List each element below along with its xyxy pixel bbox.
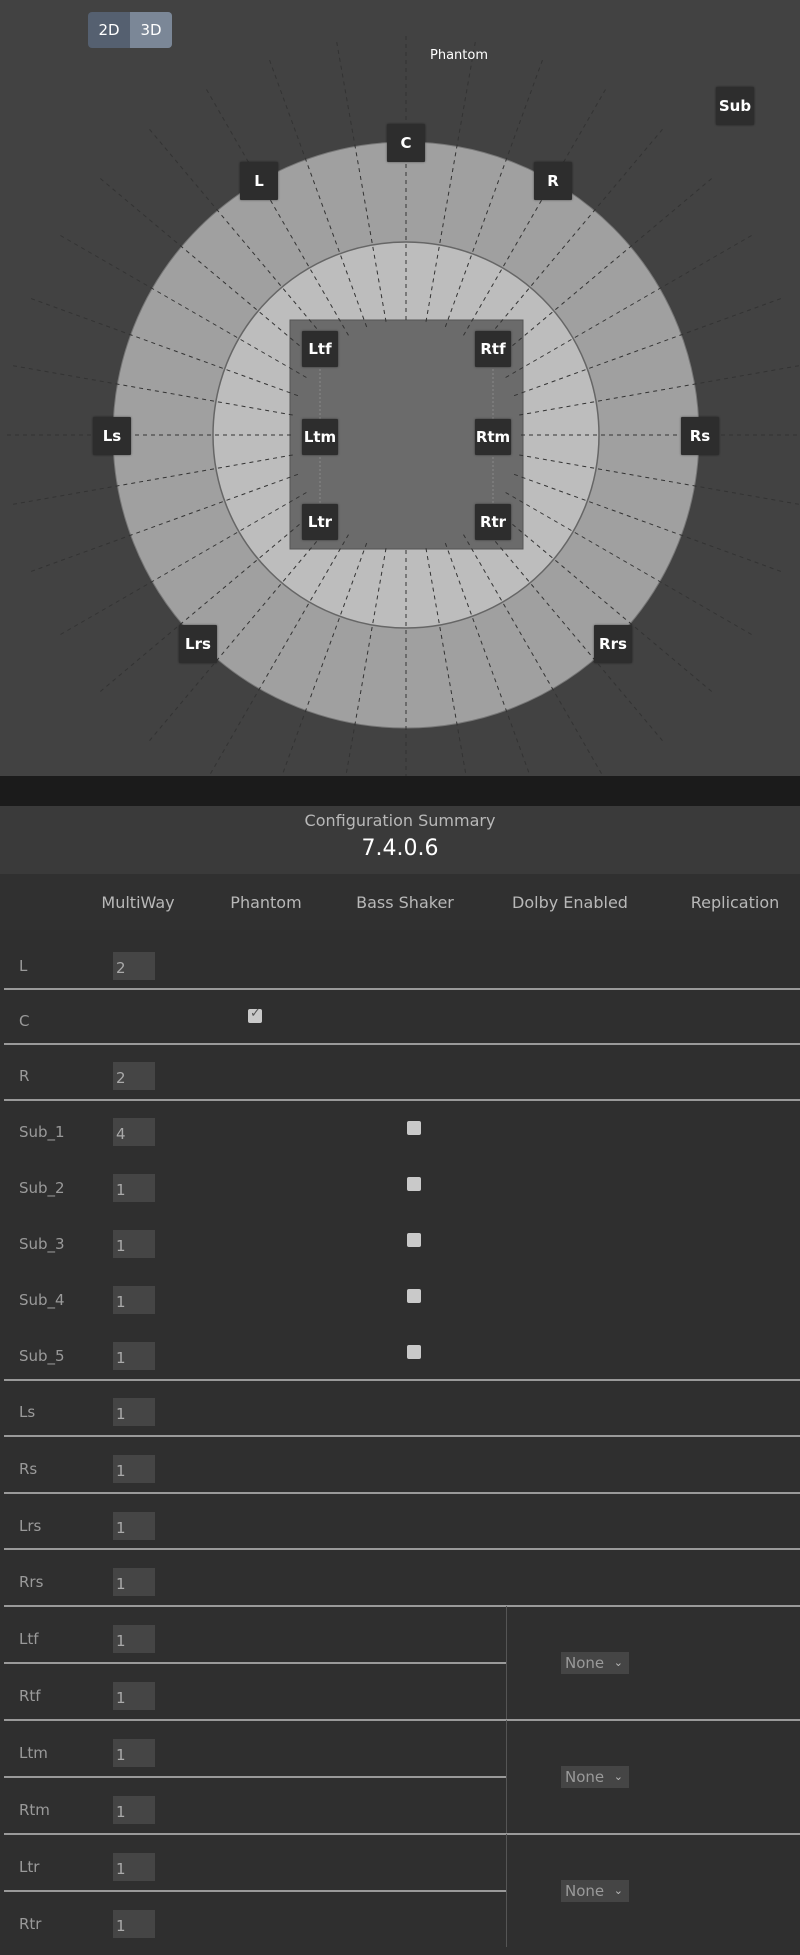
2d-view-button[interactable]: 2D <box>88 12 130 48</box>
multiway-input[interactable] <box>113 952 155 980</box>
speaker-ltf[interactable]: Ltf <box>302 331 338 367</box>
row-label: Sub_2 <box>19 1179 65 1197</box>
speaker-layout-panel: 2D 3D Phantom C L R Sub Ls Rs Lrs Rrs Lt… <box>0 0 800 776</box>
replication-divider <box>506 1834 507 1947</box>
row-label: Rtf <box>19 1687 41 1705</box>
row-label: Rtm <box>19 1801 50 1819</box>
row-separator <box>4 1833 800 1835</box>
replication-select-rear[interactable]: None ⌄ <box>561 1880 629 1902</box>
row-label: Sub_3 <box>19 1235 65 1253</box>
row-label: L <box>19 957 28 975</box>
speaker-ltr[interactable]: Ltr <box>302 504 338 540</box>
multiway-input[interactable] <box>113 1062 155 1090</box>
multiway-input[interactable] <box>113 1118 155 1146</box>
row-label: Ltr <box>19 1858 40 1876</box>
speaker-sub[interactable]: Sub <box>716 87 754 125</box>
speaker-r[interactable]: R <box>534 162 572 200</box>
row-separator <box>4 1662 506 1664</box>
col-phantom: Phantom <box>230 893 302 912</box>
row-separator <box>4 1890 506 1892</box>
multiway-input[interactable] <box>113 1682 155 1710</box>
replication-value: None <box>565 1882 605 1900</box>
bass-shaker-checkbox[interactable] <box>407 1289 421 1303</box>
3d-view-button[interactable]: 3D <box>130 12 172 48</box>
multiway-input[interactable] <box>113 1230 155 1258</box>
col-dolby-enabled: Dolby Enabled <box>512 893 628 912</box>
panel-divider <box>0 776 800 806</box>
configuration-summary: Configuration Summary 7.4.0.6 MultiWay P… <box>0 806 800 1955</box>
row-label: C <box>19 1012 30 1030</box>
row-separator <box>4 1605 800 1607</box>
speaker-rtm[interactable]: Rtm <box>475 419 511 455</box>
speaker-rs[interactable]: Rs <box>681 417 719 455</box>
row-label: Ltf <box>19 1630 39 1648</box>
summary-version: 7.4.0.6 <box>361 836 439 861</box>
replication-value: None <box>565 1768 605 1786</box>
speaker-layout-diagram <box>6 35 800 776</box>
multiway-input[interactable] <box>113 1455 155 1483</box>
speaker-c[interactable]: C <box>387 124 425 162</box>
multiway-input[interactable] <box>113 1398 155 1426</box>
row-label: Rs <box>19 1460 38 1478</box>
row-label: Ltm <box>19 1744 48 1762</box>
row-label: Lrs <box>19 1517 42 1535</box>
replication-divider <box>506 1606 507 1719</box>
row-separator <box>4 1719 800 1721</box>
replication-value: None <box>565 1654 605 1672</box>
replication-select-front[interactable]: None ⌄ <box>561 1652 629 1674</box>
phantom-label: Phantom <box>430 48 488 63</box>
multiway-input[interactable] <box>113 1512 155 1540</box>
row-label: Ls <box>19 1403 36 1421</box>
speaker-ltm[interactable]: Ltm <box>302 419 338 455</box>
row-separator <box>4 988 800 990</box>
row-separator <box>4 1043 800 1045</box>
speaker-lrs[interactable]: Lrs <box>179 625 217 663</box>
chevron-down-icon: ⌄ <box>613 1770 623 1783</box>
check-icon: ✓ <box>250 1006 261 1021</box>
view-toggle: 2D 3D <box>88 12 172 48</box>
replication-select-middle[interactable]: None ⌄ <box>561 1766 629 1788</box>
multiway-input[interactable] <box>113 1625 155 1653</box>
row-label: Sub_1 <box>19 1123 65 1141</box>
speaker-rtr[interactable]: Rtr <box>475 504 511 540</box>
speaker-l[interactable]: L <box>240 162 278 200</box>
speaker-rtf[interactable]: Rtf <box>475 331 511 367</box>
col-bass-shaker: Bass Shaker <box>356 893 454 912</box>
chevron-down-icon: ⌄ <box>613 1884 623 1897</box>
row-label: R <box>19 1067 30 1085</box>
col-multiway: MultiWay <box>101 893 175 912</box>
speaker-ls[interactable]: Ls <box>93 417 131 455</box>
row-label: Rrs <box>19 1573 44 1591</box>
row-label: Sub_5 <box>19 1347 65 1365</box>
speaker-rrs[interactable]: Rrs <box>594 625 632 663</box>
bass-shaker-checkbox[interactable] <box>407 1177 421 1191</box>
multiway-input[interactable] <box>113 1796 155 1824</box>
multiway-input[interactable] <box>113 1910 155 1938</box>
chevron-down-icon: ⌄ <box>613 1656 623 1669</box>
row-separator <box>4 1435 800 1437</box>
bass-shaker-checkbox[interactable] <box>407 1345 421 1359</box>
summary-title: Configuration Summary <box>304 811 496 830</box>
bass-shaker-checkbox[interactable] <box>407 1121 421 1135</box>
row-separator <box>4 1492 800 1494</box>
multiway-input[interactable] <box>113 1174 155 1202</box>
multiway-input[interactable] <box>113 1286 155 1314</box>
bass-shaker-checkbox[interactable] <box>407 1233 421 1247</box>
multiway-input[interactable] <box>113 1739 155 1767</box>
row-separator <box>4 1379 800 1381</box>
summary-header: Configuration Summary 7.4.0.6 <box>0 806 800 874</box>
multiway-input[interactable] <box>113 1853 155 1881</box>
row-label: Rtr <box>19 1915 42 1933</box>
summary-column-headers: MultiWay Phantom Bass Shaker Dolby Enabl… <box>0 874 800 930</box>
row-separator <box>4 1548 800 1550</box>
col-replication: Replication <box>690 893 780 912</box>
phantom-checkbox[interactable]: ✓ <box>248 1006 262 1023</box>
replication-divider <box>506 1720 507 1833</box>
multiway-input[interactable] <box>113 1342 155 1370</box>
row-separator <box>4 1099 800 1101</box>
multiway-input[interactable] <box>113 1568 155 1596</box>
row-label: Sub_4 <box>19 1291 65 1309</box>
row-separator <box>4 1776 506 1778</box>
